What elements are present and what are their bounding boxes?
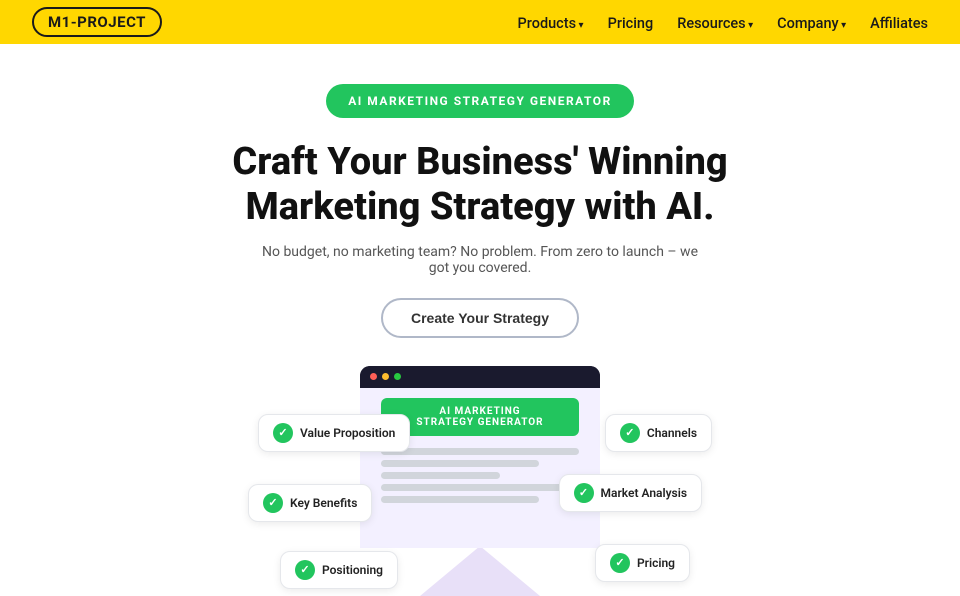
check-icon-channels: ✓ (620, 423, 640, 443)
card-pricing-label: Pricing (637, 556, 675, 570)
cta-button[interactable]: Create Your Strategy (381, 298, 579, 338)
nav-item-pricing[interactable]: Pricing (608, 13, 654, 32)
card-channels-label: Channels (647, 426, 697, 440)
card-positioning-label: Positioning (322, 563, 383, 577)
card-value-prop-label: Value Proposition (300, 426, 395, 440)
triangle-decoration (420, 546, 540, 596)
check-icon-pricing: ✓ (610, 553, 630, 573)
browser-line-1 (381, 448, 579, 455)
browser-dot-yellow (382, 373, 389, 380)
browser-line-2 (381, 460, 539, 467)
card-channels: ✓ Channels (605, 414, 712, 452)
card-key-benefits-label: Key Benefits (290, 496, 357, 510)
browser-dot-red (370, 373, 377, 380)
card-pricing: ✓ Pricing (595, 544, 690, 582)
browser-line-5 (381, 496, 539, 503)
card-positioning: ✓ Positioning (280, 551, 398, 589)
hero-subtitle: No budget, no marketing team? No problem… (260, 244, 700, 276)
browser-content: AI MARKETING STRATEGY GENERATOR (360, 388, 600, 548)
check-icon-positioning: ✓ (295, 560, 315, 580)
card-key-benefits: ✓ Key Benefits (248, 484, 372, 522)
nav-link-company[interactable]: Company (777, 15, 846, 32)
hero-illustration: AI MARKETING STRATEGY GENERATOR ✓ Value … (240, 366, 720, 596)
browser-dot-green (394, 373, 401, 380)
browser-lines (381, 448, 579, 503)
check-icon-value-prop: ✓ (273, 423, 293, 443)
nav-link-affiliates[interactable]: Affiliates (870, 15, 928, 32)
nav-link-pricing[interactable]: Pricing (608, 15, 654, 32)
nav-item-company[interactable]: Company (777, 13, 846, 32)
nav-link-products[interactable]: Products (518, 15, 584, 32)
hero-section: AI MARKETING STRATEGY GENERATOR Craft Yo… (0, 44, 960, 596)
card-market-analysis-label: Market Analysis (601, 486, 688, 500)
card-market-analysis: ✓ Market Analysis (559, 474, 703, 512)
nav-item-resources[interactable]: Resources (677, 13, 753, 32)
hero-title: Craft Your Business' Winning Marketing S… (232, 140, 727, 230)
browser-mockup: AI MARKETING STRATEGY GENERATOR (360, 366, 600, 548)
hero-badge: AI MARKETING STRATEGY GENERATOR (326, 84, 634, 118)
check-icon-market-analysis: ✓ (574, 483, 594, 503)
card-value-proposition: ✓ Value Proposition (258, 414, 410, 452)
logo[interactable]: M1-PROJECT (32, 7, 162, 37)
browser-badge: AI MARKETING STRATEGY GENERATOR (381, 398, 579, 436)
nav-link-resources[interactable]: Resources (677, 15, 753, 32)
browser-line-3 (381, 472, 500, 479)
navbar: M1-PROJECT Products Pricing Resources Co… (0, 0, 960, 44)
nav-item-products[interactable]: Products (518, 13, 584, 32)
check-icon-key-benefits: ✓ (263, 493, 283, 513)
nav-item-affiliates[interactable]: Affiliates (870, 13, 928, 32)
browser-line-4 (381, 484, 579, 491)
browser-bar (360, 366, 600, 388)
nav-links: Products Pricing Resources Company Affil… (518, 13, 928, 32)
